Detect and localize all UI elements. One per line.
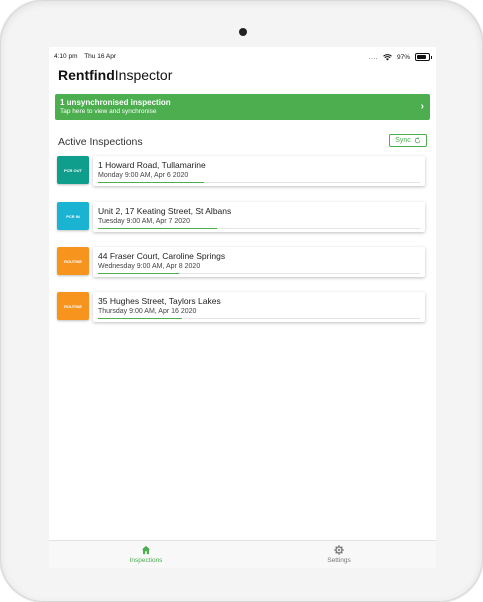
app-screen: 4:10 pm Thu 16 Apr .... 97% RentfindInsp… [49,47,436,568]
inspection-card[interactable]: 1 Howard Road, Tullamarine Monday 9:00 A… [93,156,425,186]
inspection-row: PCR OUT 1 Howard Road, Tullamarine Monda… [57,156,427,188]
inspection-row: ROUTINE 44 Fraser Court, Caroline Spring… [57,247,427,279]
inspection-card[interactable]: Unit 2, 17 Keating Street, St Albans Tue… [93,202,425,232]
inspection-address: 44 Fraser Court, Caroline Springs [98,251,226,261]
inspection-row: ROUTINE 35 Hughes Street, Taylors Lakes … [57,292,427,324]
inspection-date: Wednesday 9:00 AM, Apr 8 2020 [98,263,201,270]
section-title: Active Inspections [58,136,143,148]
tab-settings[interactable]: Settings [299,545,379,564]
inspection-type-badge: PCR IN [57,202,89,230]
inspection-card[interactable]: 35 Hughes Street, Taylors Lakes Thursday… [93,292,425,322]
refresh-icon [414,137,421,144]
progress-bar [98,227,420,229]
inspection-type-badge: PCR OUT [57,156,89,184]
tab-settings-label: Settings [327,557,351,564]
inspection-type-badge: ROUTINE [57,247,89,275]
banner-title: 1 unsynchronised inspection [60,98,171,107]
progress-bar [98,181,420,183]
inspection-date: Thursday 9:00 AM, Apr 16 2020 [98,308,197,315]
progress-fill [98,181,205,183]
battery-icon [415,53,432,61]
brand-name-light: Inspector [114,67,173,83]
home-icon [141,545,151,555]
inspection-address: Unit 2, 17 Keating Street, St Albans [98,206,232,216]
tab-inspections[interactable]: Inspections [106,545,186,564]
inspection-date: Monday 9:00 AM, Apr 6 2020 [98,172,189,179]
tab-inspections-label: Inspections [129,557,163,564]
banner-subtitle: Tap here to view and synchronise [60,108,157,115]
status-date: Thu 16 Apr [84,53,117,60]
progress-fill [98,317,182,319]
inspection-type-badge: ROUTINE [57,292,89,320]
signal-indicator: .... [368,53,378,61]
inspection-date: Tuesday 9:00 AM, Apr 7 2020 [98,218,190,225]
sync-button[interactable]: Sync [389,134,427,147]
progress-fill [98,227,218,229]
status-time: 4:10 pm [54,53,78,60]
battery-percent: 97% [396,53,410,61]
unsynchronised-banner[interactable]: 1 unsynchronised inspection Tap here to … [55,94,430,120]
inspection-card[interactable]: 44 Fraser Court, Caroline Springs Wednes… [93,247,425,277]
ipad-frame: 4:10 pm Thu 16 Apr .... 97% RentfindInsp… [0,0,483,602]
app-title: RentfindInspector [58,67,172,83]
chevron-right-icon: › [420,101,424,112]
sync-label: Sync [395,137,411,144]
progress-bar [98,272,420,274]
inspection-address: 1 Howard Road, Tullamarine [98,160,206,170]
tab-bar: Inspections Settings [49,540,436,568]
wifi-icon [383,53,392,60]
brand-name-bold: Rentfind [58,67,115,83]
camera-dot [239,28,247,36]
progress-fill [98,272,179,274]
inspection-address: 35 Hughes Street, Taylors Lakes [98,296,221,306]
status-bar: 4:10 pm Thu 16 Apr .... 97% [49,47,436,65]
progress-bar [98,317,420,319]
inspection-row: PCR IN Unit 2, 17 Keating Street, St Alb… [57,202,427,234]
gear-icon [334,545,344,555]
